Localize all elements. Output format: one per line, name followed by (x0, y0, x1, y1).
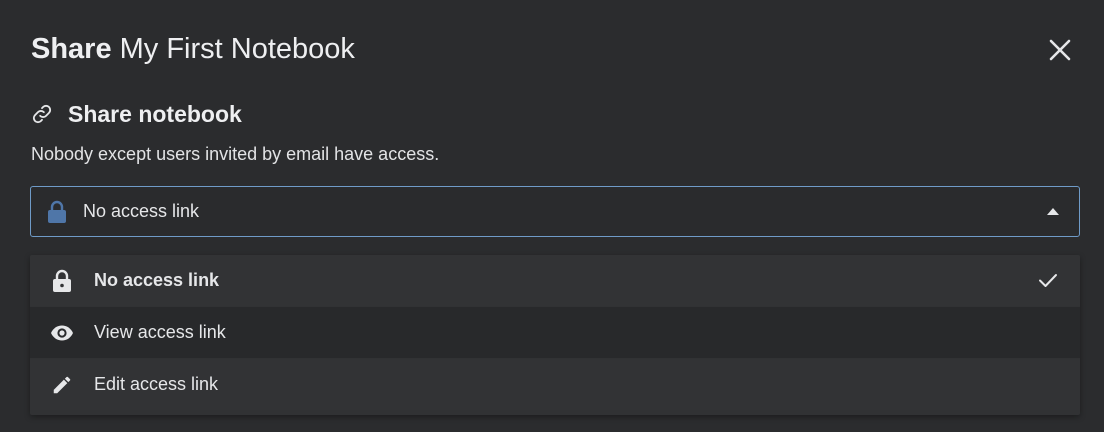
dialog-title-action: Share (31, 33, 112, 65)
lock-icon (46, 200, 68, 224)
access-link-select[interactable]: No access link (30, 186, 1080, 237)
share-dialog: Share My First Notebook Share notebook No… (0, 0, 1104, 432)
caret-up-icon (1047, 208, 1059, 215)
share-description: Nobody except users invited by email hav… (31, 144, 440, 164)
option-view-access-link[interactable]: View access link (30, 307, 1080, 358)
option-label: Edit access link (94, 374, 219, 394)
option-label: No access link (94, 270, 220, 290)
lock-icon (50, 269, 74, 293)
dialog-title: Share My First Notebook (31, 30, 355, 68)
checkmark-icon (1038, 270, 1058, 290)
pencil-icon (50, 373, 74, 397)
option-edit-access-link[interactable]: Edit access link (30, 359, 1080, 410)
access-link-select-value: No access link (83, 201, 200, 221)
close-icon (1049, 39, 1071, 66)
link-icon (31, 103, 53, 125)
option-no-access-link[interactable]: No access link (30, 255, 1080, 306)
eye-icon (50, 321, 74, 345)
option-label: View access link (94, 322, 226, 342)
share-notebook-label: Share notebook (68, 100, 242, 127)
close-button[interactable] (1040, 32, 1080, 72)
access-link-options-menu: No access link View access link Edit acc… (30, 255, 1080, 415)
dialog-title-notebook-name: My First Notebook (119, 33, 355, 65)
share-notebook-heading: Share notebook (31, 98, 242, 130)
